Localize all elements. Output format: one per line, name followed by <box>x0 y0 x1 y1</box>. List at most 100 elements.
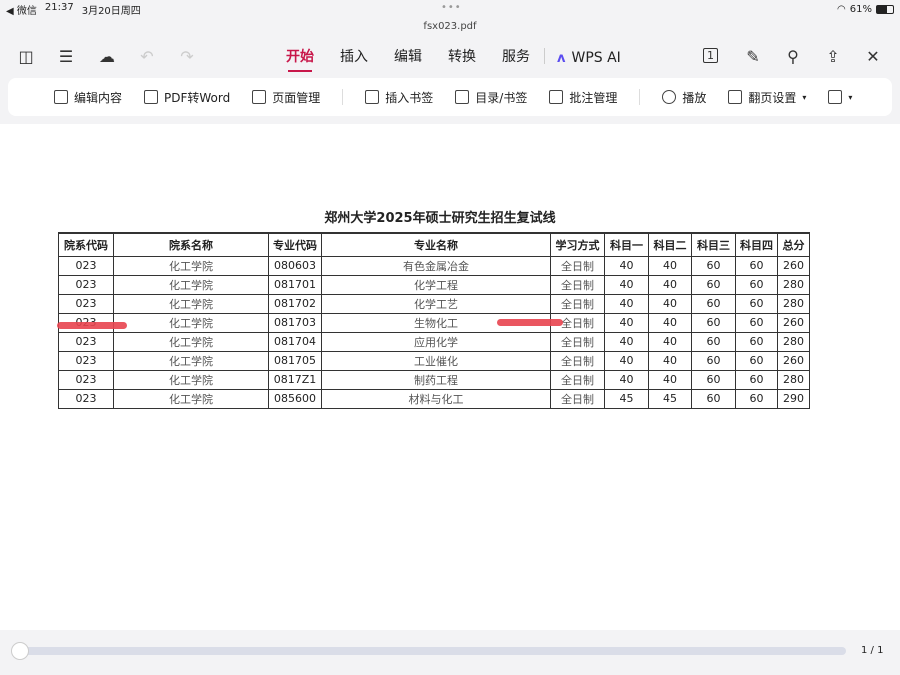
table-cell: 081705 <box>268 350 322 371</box>
label: 页面管理 <box>272 90 321 105</box>
table-cell: 0817Z1 <box>268 369 322 390</box>
bookmark-icon <box>365 90 380 104</box>
column-header: 科目三 <box>691 232 736 257</box>
table-header: 院系代码 院系名称 专业代码 专业名称 学习方式 科目一 科目二 科目三 科目四 总分 <box>58 232 810 257</box>
table-cell: 290 <box>777 388 810 409</box>
table-cell: 60 <box>735 369 778 390</box>
play-button[interactable]: 播放 <box>662 89 706 106</box>
table-row: 023 化工学院 080603 有色金属冶金 全日制 40 40 60 60 260 <box>58 255 810 276</box>
cloud-sync-icon[interactable]: ☁ <box>97 46 117 66</box>
table-cell: 全日制 <box>550 293 605 314</box>
table-cell: 40 <box>604 331 649 352</box>
table-cell: 260 <box>777 312 810 333</box>
table-cell: 化工学院 <box>113 331 269 352</box>
page-turn-icon <box>728 90 743 104</box>
wifi-icon: ◠ <box>837 3 846 15</box>
table-cell: 60 <box>691 274 736 295</box>
document-title: 郑州大学2025年硕士研究生招生复试线 <box>324 211 556 226</box>
table-cell: 023 <box>58 274 114 295</box>
toc-bookmark-button[interactable]: 目录/书签 <box>455 89 527 106</box>
back-to-wechat[interactable]: ◀ 微信 <box>6 2 37 17</box>
column-header: 专业名称 <box>321 232 551 257</box>
page-number-icon[interactable]: 1 <box>703 48 718 63</box>
table-cell: 化学工艺 <box>321 293 551 314</box>
table-cell: 260 <box>777 350 810 371</box>
table-cell: 081704 <box>268 331 322 352</box>
table-cell: 023 <box>58 293 114 314</box>
table-row: 023 化工学院 081702 化学工艺 全日制 40 40 60 60 280 <box>58 293 810 314</box>
undo-icon[interactable]: ↶ <box>137 46 157 66</box>
table-cell: 化工学院 <box>113 312 269 333</box>
reading-mode-button[interactable]: ▾ <box>828 90 852 104</box>
table-cell: 40 <box>604 312 649 333</box>
table-cell: 40 <box>648 331 692 352</box>
table-cell: 60 <box>735 293 778 314</box>
redo-icon[interactable]: ↷ <box>177 46 197 66</box>
table-cell: 40 <box>648 293 692 314</box>
insert-bookmark-button[interactable]: 插入书签 <box>365 89 433 106</box>
table-cell: 45 <box>648 388 692 409</box>
date: 3月20日周四 <box>81 5 141 17</box>
label: 插入书签 <box>385 90 434 105</box>
column-header: 科目一 <box>604 232 649 257</box>
sidebar-icon[interactable]: ◫ <box>16 46 36 66</box>
table-cell: 制药工程 <box>321 369 551 390</box>
table-cell: 60 <box>735 312 778 333</box>
table-cell: 40 <box>604 293 649 314</box>
page-icon <box>252 90 267 104</box>
column-header: 院系代码 <box>58 232 114 257</box>
label: 编辑内容 <box>74 90 123 105</box>
multitask-dots-icon[interactable]: ••• <box>441 2 462 13</box>
pen-icon[interactable]: ✎ <box>743 46 763 66</box>
search-icon[interactable]: ⚲ <box>783 46 803 66</box>
edit-icon <box>54 90 68 104</box>
tab-start[interactable]: 开始 <box>286 46 314 72</box>
chevron-down-icon: ▾ <box>848 92 853 102</box>
table-row: 023 化工学院 081701 化学工程 全日制 40 40 60 60 280 <box>58 274 810 295</box>
page-turn-settings-button[interactable]: 翻页设置 ▾ <box>728 89 806 106</box>
wps-ai-label: WPS AI <box>571 50 621 66</box>
comment-manage-button[interactable]: 批注管理 <box>549 89 617 106</box>
tab-convert[interactable]: 转换 <box>448 46 476 70</box>
table-cell: 260 <box>777 255 810 276</box>
table-cell: 280 <box>777 293 810 314</box>
table-cell: 全日制 <box>550 350 605 371</box>
label: 翻页设置 <box>748 90 797 105</box>
edit-content-button[interactable]: 编辑内容 <box>54 89 122 106</box>
table-cell: 60 <box>691 331 736 352</box>
table-cell: 60 <box>691 350 736 371</box>
table-cell: 60 <box>735 331 778 352</box>
table-cell: 40 <box>604 369 649 390</box>
table-cell: 023 <box>58 350 114 371</box>
label: 播放 <box>682 90 707 105</box>
tab-edit[interactable]: 编辑 <box>394 46 422 70</box>
red-highlight-mark <box>57 322 127 329</box>
table-cell: 40 <box>648 255 692 276</box>
table-cell: 60 <box>691 369 736 390</box>
label: PDF转Word <box>164 90 231 105</box>
close-icon[interactable]: ✕ <box>863 46 883 66</box>
menu-icon[interactable]: ☰ <box>56 46 76 66</box>
table-cell: 化工学院 <box>113 255 269 276</box>
table-cell: 40 <box>648 312 692 333</box>
page-slider[interactable] <box>14 647 846 655</box>
table-row: 023化工学院081703生物化工全日制40406060260 <box>58 312 810 333</box>
page-slider-handle[interactable] <box>11 642 29 660</box>
chevron-down-icon: ▾ <box>802 92 807 102</box>
page-indicator: 1 / 1 <box>861 645 884 656</box>
table-cell: 化学工程 <box>321 274 551 295</box>
table-cell: 60 <box>691 388 736 409</box>
table-row: 023 化工学院 085600 材料与化工 全日制 45 45 60 60 290 <box>58 388 810 409</box>
table-cell: 工业催化 <box>321 350 551 371</box>
table-cell: 60 <box>691 312 736 333</box>
page-manage-button[interactable]: 页面管理 <box>252 89 320 106</box>
tab-insert[interactable]: 插入 <box>340 46 368 70</box>
wps-ai-button[interactable]: ʌ WPS AI <box>557 46 621 70</box>
table-cell: 081701 <box>268 274 322 295</box>
table-cell: 全日制 <box>550 388 605 409</box>
tab-service[interactable]: 服务 <box>502 46 530 70</box>
table-cell: 全日制 <box>550 255 605 276</box>
pdf-to-word-button[interactable]: PDF转Word <box>144 89 230 106</box>
share-icon[interactable]: ⇪ <box>823 46 843 66</box>
table-cell: 60 <box>691 255 736 276</box>
